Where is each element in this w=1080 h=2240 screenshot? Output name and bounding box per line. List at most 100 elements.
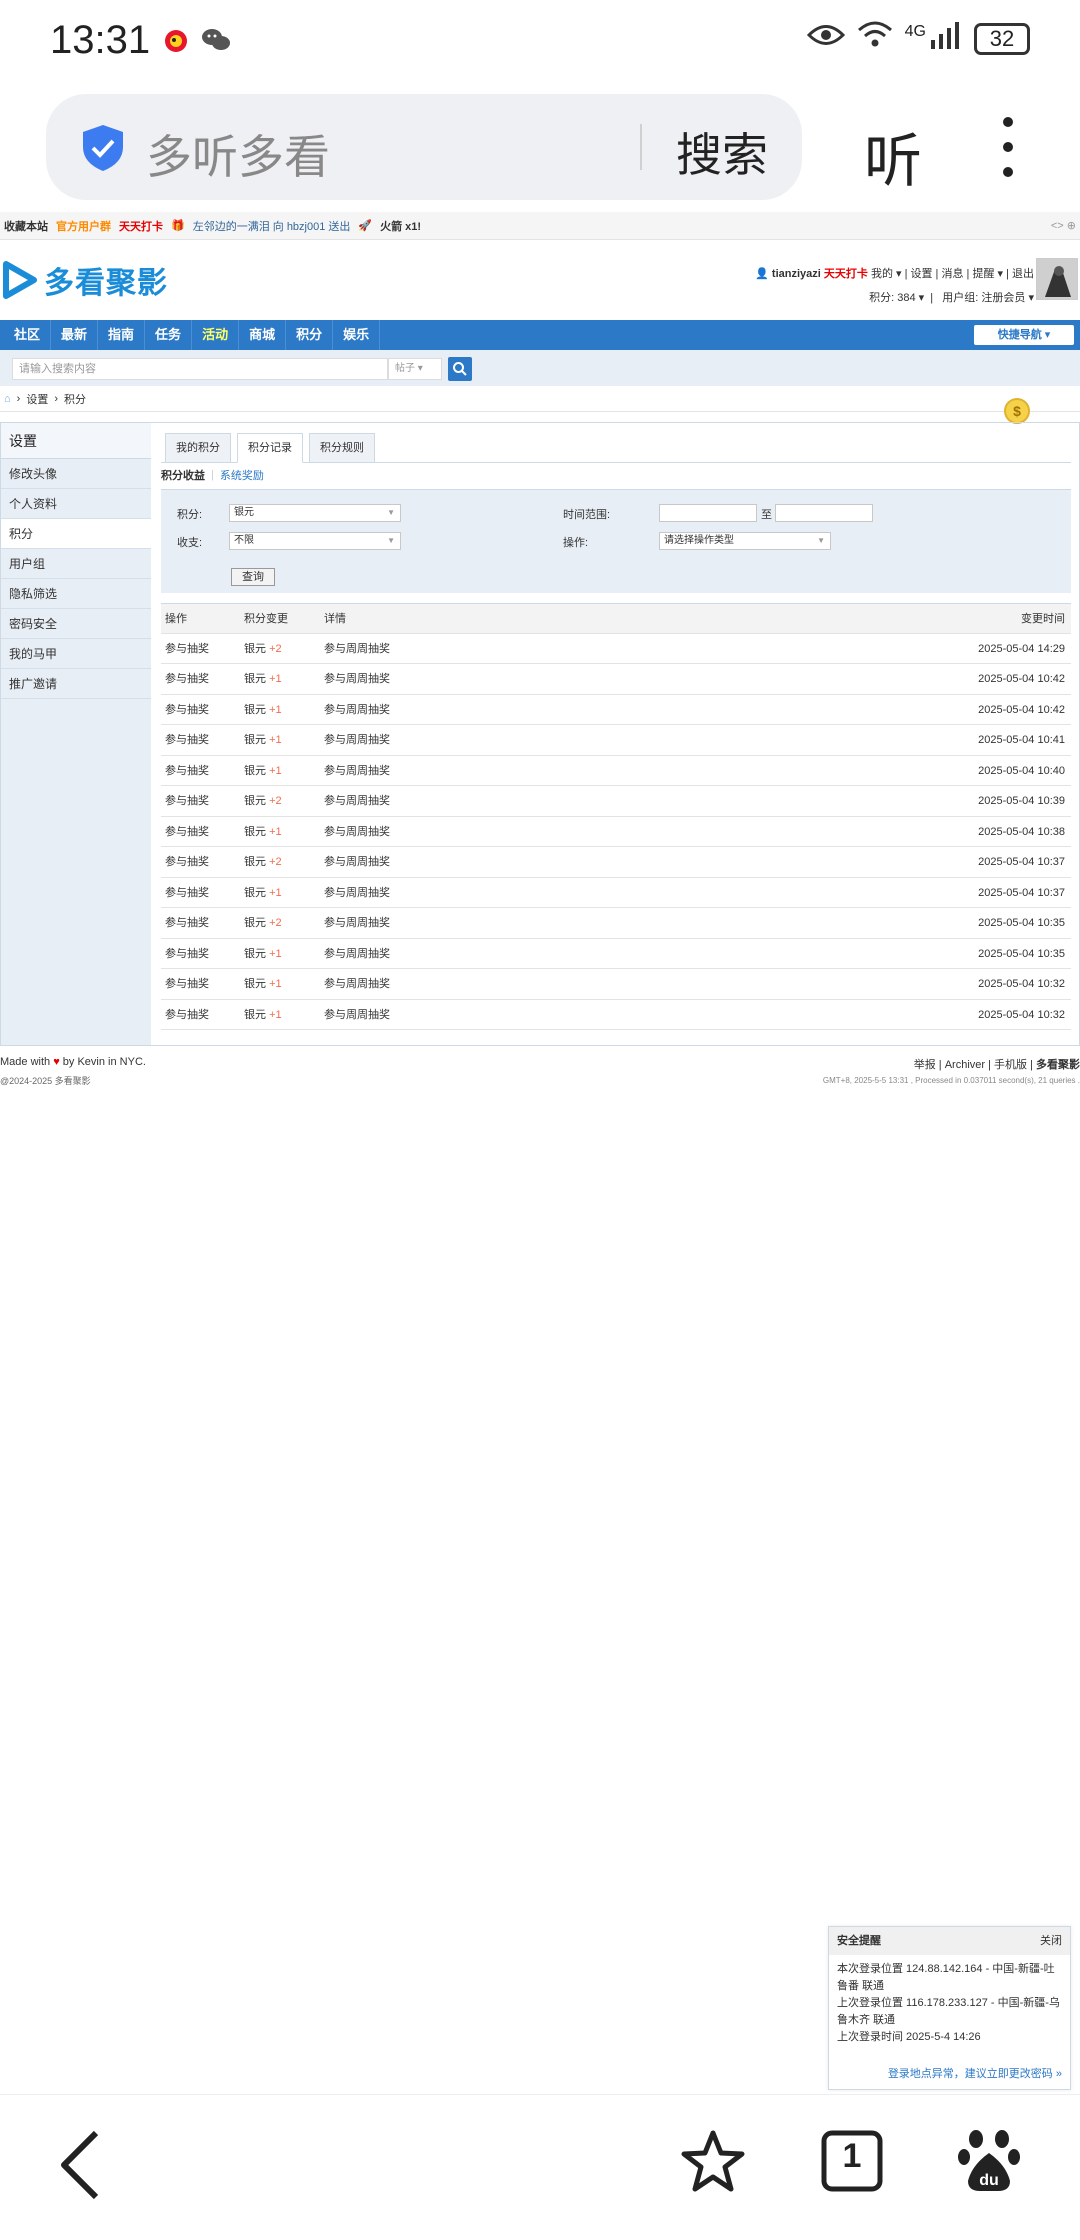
subtab-income[interactable]: 积分收益 <box>161 467 205 483</box>
row-detail[interactable]: 参与周周抽奖 <box>324 725 390 755</box>
notice-controls[interactable]: <> ⊕ <box>1051 219 1076 232</box>
row-detail[interactable]: 参与周周抽奖 <box>324 756 390 786</box>
eye-icon <box>806 22 845 56</box>
row-time: 2025-05-04 10:37 <box>978 886 1065 899</box>
security-alert-close[interactable]: 关闭 <box>1040 1927 1062 1955</box>
tabs-icon[interactable]: 1 <box>820 2129 884 2198</box>
nav-item-entertainment[interactable]: 娱乐 <box>333 320 381 350</box>
row-detail[interactable]: 参与周周抽奖 <box>324 634 390 664</box>
nav-item-latest[interactable]: 最新 <box>51 320 99 350</box>
checkin-link[interactable]: 天天打卡 <box>119 218 163 234</box>
sidebar-item-privacy[interactable]: 隐私筛选 <box>1 579 151 609</box>
breadcrumb-points[interactable]: 积分 <box>64 391 86 407</box>
address-bar[interactable]: 多听多看 搜索 <box>46 94 802 200</box>
nav-item-events[interactable]: 活动 <box>192 320 240 350</box>
nav-item-points[interactable]: 积分 <box>286 320 334 350</box>
row-operation[interactable]: 参与抽奖 <box>165 756 209 786</box>
row-detail[interactable]: 参与周周抽奖 <box>324 817 390 847</box>
row-detail[interactable]: 参与周周抽奖 <box>324 1000 390 1030</box>
back-icon[interactable] <box>58 2129 102 2206</box>
row-detail[interactable]: 参与周周抽奖 <box>324 847 390 877</box>
row-operation[interactable]: 参与抽奖 <box>165 725 209 755</box>
row-operation[interactable]: 参与抽奖 <box>165 817 209 847</box>
search-icon[interactable] <box>448 357 472 381</box>
tab-points-log[interactable]: 积分记录 <box>237 433 303 463</box>
address-divider <box>640 124 642 170</box>
sidebar-item-usergroup[interactable]: 用户组 <box>1 549 151 579</box>
more-icon[interactable] <box>998 114 1018 180</box>
quick-nav-button[interactable]: 快捷导航 ▾ <box>974 325 1074 345</box>
row-detail[interactable]: 参与周周抽奖 <box>324 939 390 969</box>
points-subtabs: 积分收益 | 系统奖励 <box>161 463 1071 487</box>
username-link[interactable]: tianziyazi <box>772 268 821 280</box>
avatar[interactable] <box>1036 258 1078 300</box>
table-row: 参与抽奖 银元 +1 参与周周抽奖 2025-05-04 10:41 <box>161 725 1071 756</box>
row-change: 银元 +2 <box>244 786 282 816</box>
site-logo[interactable]: 多看聚影 <box>2 258 168 302</box>
row-operation[interactable]: 参与抽奖 <box>165 939 209 969</box>
subtab-system-reward[interactable]: 系统奖励 <box>220 467 264 483</box>
row-detail[interactable]: 参与周周抽奖 <box>324 664 390 694</box>
row-operation[interactable]: 参与抽奖 <box>165 878 209 908</box>
table-row: 参与抽奖 银元 +2 参与周周抽奖 2025-05-04 14:29 <box>161 634 1071 664</box>
end-date-input[interactable] <box>775 504 873 522</box>
coin-icon[interactable]: $ <box>1004 398 1030 424</box>
home-icon[interactable]: ⌂ <box>4 393 11 405</box>
official-group-link[interactable]: 官方用户群 <box>56 218 111 234</box>
star-icon[interactable] <box>680 2129 746 2200</box>
query-button[interactable]: 查询 <box>231 568 275 586</box>
search-type-select[interactable]: 帖子 ▾ <box>388 358 442 380</box>
user-menu-links[interactable]: 我的 ▾ | 设置 | 消息 | 提醒 ▾ | 退出 <box>871 268 1034 280</box>
footer-site-name[interactable]: 多看聚影 <box>1036 1059 1080 1071</box>
address-text[interactable]: 多听多看 <box>146 121 330 187</box>
row-operation[interactable]: 参与抽奖 <box>165 1000 209 1030</box>
row-operation[interactable]: 参与抽奖 <box>165 695 209 725</box>
footer-link-list[interactable]: 举报 | Archiver | 手机版 | <box>914 1059 1033 1071</box>
tab-my-points[interactable]: 我的积分 <box>165 433 231 463</box>
row-detail[interactable]: 参与周周抽奖 <box>324 908 390 938</box>
breadcrumb-settings[interactable]: 设置 <box>26 391 48 407</box>
sidebar-item-invite[interactable]: 推广邀请 <box>1 669 151 699</box>
row-operation[interactable]: 参与抽奖 <box>165 664 209 694</box>
nav-item-community[interactable]: 社区 <box>4 320 52 350</box>
sidebar-item-avatar[interactable]: 修改头像 <box>1 459 151 489</box>
start-date-input[interactable] <box>659 504 757 522</box>
nav-item-tasks[interactable]: 任务 <box>145 320 193 350</box>
baidu-paw-icon[interactable]: du <box>958 2129 1020 2198</box>
play-logo-icon <box>3 261 37 299</box>
site-search-input[interactable]: 请输入搜索内容 <box>12 358 388 380</box>
income-label: 收支: <box>177 537 203 549</box>
row-operation[interactable]: 参与抽奖 <box>165 969 209 999</box>
user-info: 👤 tianziyazi 天天打卡 我的 ▾ | 设置 | 消息 | 提醒 ▾ … <box>755 268 1034 304</box>
points-link[interactable]: 积分: 384 ▾ <box>869 292 924 304</box>
change-password-link[interactable]: 登录地点异常，建议立即更改密码 » <box>888 2065 1062 2081</box>
bookmark-link[interactable]: 收藏本站 <box>4 218 48 234</box>
sidebar-item-password[interactable]: 密码安全 <box>1 609 151 639</box>
sidebar-item-profile[interactable]: 个人资料 <box>1 489 151 519</box>
sidebar-item-points[interactable]: 积分 <box>1 519 151 549</box>
row-operation[interactable]: 参与抽奖 <box>165 847 209 877</box>
sidebar-item-alias[interactable]: 我的马甲 <box>1 639 151 669</box>
row-change-amount: +2 <box>269 917 282 929</box>
listen-button[interactable]: 听 <box>864 114 922 198</box>
status-icons: 4G 32 <box>806 20 1030 58</box>
user-group-link[interactable]: 用户组: 注册会员 ▾ <box>942 292 1034 304</box>
operation-select[interactable]: 请选择操作类型 ▼ <box>659 532 831 550</box>
row-detail[interactable]: 参与周周抽奖 <box>324 695 390 725</box>
points-type-select[interactable]: 银元 ▼ <box>229 504 401 522</box>
row-detail[interactable]: 参与周周抽奖 <box>324 969 390 999</box>
search-button[interactable]: 搜索 <box>676 119 768 185</box>
time-range-label: 时间范围: <box>563 509 611 521</box>
row-operation[interactable]: 参与抽奖 <box>165 634 209 664</box>
nav-item-shop[interactable]: 商城 <box>239 320 287 350</box>
header-time: 变更时间 <box>1021 613 1065 625</box>
row-detail[interactable]: 参与周周抽奖 <box>324 878 390 908</box>
row-operation[interactable]: 参与抽奖 <box>165 786 209 816</box>
nav-item-guide[interactable]: 指南 <box>98 320 146 350</box>
tab-points-rules[interactable]: 积分规则 <box>309 433 375 463</box>
header-checkin-link[interactable]: 天天打卡 <box>824 268 868 280</box>
row-change-unit: 银元 <box>244 642 266 655</box>
income-select[interactable]: 不限 ▼ <box>229 532 401 550</box>
row-detail[interactable]: 参与周周抽奖 <box>324 786 390 816</box>
row-operation[interactable]: 参与抽奖 <box>165 908 209 938</box>
